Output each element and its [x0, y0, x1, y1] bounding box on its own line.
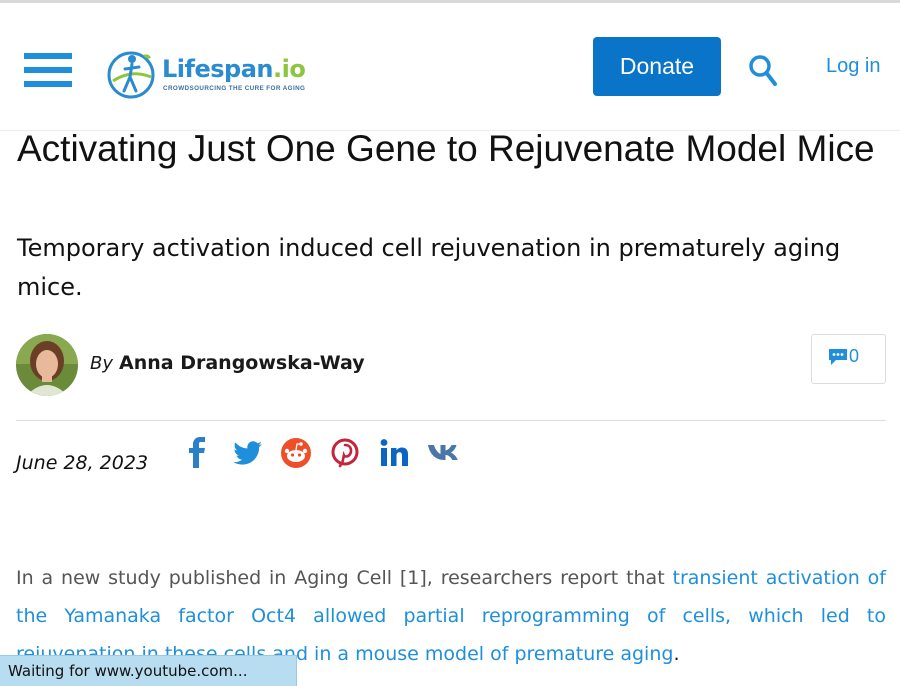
- comment-bubble-icon: [829, 349, 847, 365]
- author-avatar[interactable]: [16, 334, 78, 396]
- vk-icon[interactable]: [426, 436, 462, 470]
- body-text-end: .: [673, 643, 680, 665]
- logo-wordmark: Lifespan.io: [162, 55, 306, 83]
- reddit-icon[interactable]: [280, 436, 312, 470]
- twitter-icon[interactable]: [230, 436, 264, 470]
- search-icon[interactable]: [748, 53, 778, 87]
- logo-mark-icon: [107, 51, 155, 99]
- divider: [16, 420, 886, 421]
- site-logo[interactable]: Lifespan.io CROWDSOURCING THE CURE FOR A…: [105, 47, 325, 103]
- logo-tagline: CROWDSOURCING THE CURE FOR AGING: [163, 85, 306, 92]
- hamburger-menu-icon[interactable]: [24, 51, 72, 91]
- site-header: Lifespan.io CROWDSOURCING THE CURE FOR A…: [0, 3, 900, 131]
- comments-button[interactable]: 0: [811, 334, 886, 384]
- body-text-plain: In a new study published in Aging Cell […: [16, 567, 673, 589]
- byline: By Anna Drangowska-Way: [90, 352, 365, 374]
- linkedin-icon[interactable]: [378, 436, 410, 470]
- logo-wordmark-part1: Lifespan: [162, 55, 273, 83]
- author-name[interactable]: Anna Drangowska-Way: [119, 352, 365, 374]
- article-date: June 28, 2023: [16, 452, 149, 474]
- byline-prefix: By: [90, 353, 114, 374]
- login-link[interactable]: Log in: [826, 55, 881, 78]
- browser-status-bar: Waiting for www.youtube.com...: [0, 655, 297, 686]
- comment-count: 0: [849, 346, 860, 366]
- facebook-icon[interactable]: [186, 436, 210, 470]
- donate-button[interactable]: Donate: [593, 37, 721, 96]
- logo-wordmark-part2: .io: [272, 55, 306, 83]
- article-subtitle: Temporary activation induced cell rejuve…: [17, 234, 841, 301]
- pinterest-icon[interactable]: [330, 436, 360, 470]
- article-title: Activating Just One Gene to Rejuvenate M…: [17, 128, 875, 169]
